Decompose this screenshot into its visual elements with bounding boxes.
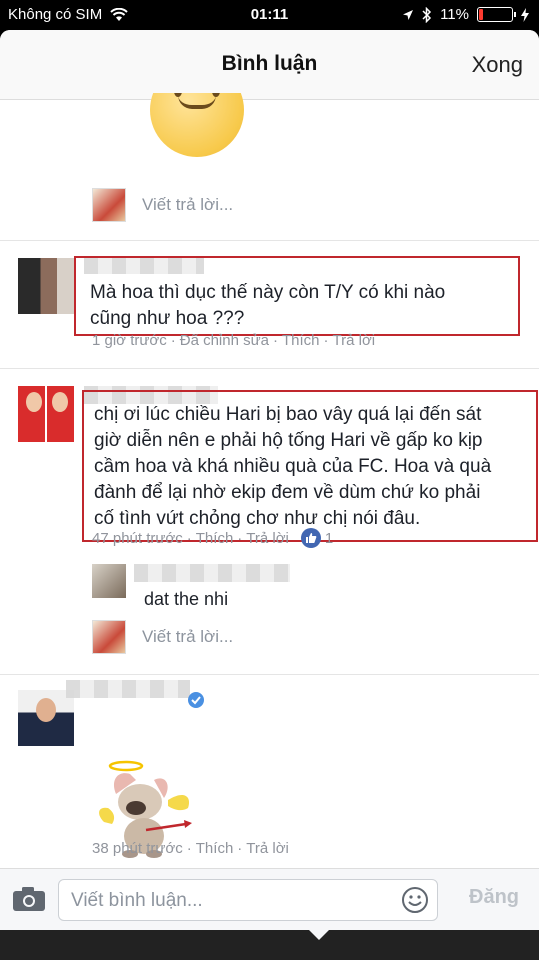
reply-placeholder[interactable]: Viết trả lời...: [142, 627, 233, 647]
avatar: [92, 620, 126, 654]
reply-link[interactable]: Trả lời: [333, 332, 376, 349]
comment-meta: 1 giờ trước · Đã chỉnh sửa · Thích · Trả lờ…: [92, 332, 376, 349]
like-thumb-icon: [300, 528, 321, 548]
comment-time[interactable]: 47 phút trước: [92, 530, 183, 547]
comment-composer: Viết bình luận... Đăng: [0, 868, 539, 930]
commenter-name[interactable]: [66, 680, 190, 698]
charging-bolt-icon: [521, 7, 529, 22]
bluetooth-icon: [422, 6, 432, 23]
location-arrow-icon: [403, 9, 414, 20]
reply-composer[interactable]: Viết trả lời...: [92, 188, 233, 222]
reply-composer[interactable]: Viết trả lời...: [92, 620, 233, 654]
avatar[interactable]: [18, 386, 74, 442]
like-link[interactable]: Thích: [196, 840, 234, 857]
avatar[interactable]: [18, 690, 74, 746]
nav-bar: Bình luận Xong: [0, 30, 539, 100]
camera-icon[interactable]: [12, 886, 46, 912]
battery-percent: 11%: [440, 6, 469, 23]
comments-sheet: Bình luận Xong Viết trả lời... Mà hoa th…: [0, 30, 539, 960]
post-button[interactable]: Đăng: [469, 886, 519, 909]
avatar: [92, 188, 126, 222]
like-count[interactable]: 1: [325, 530, 333, 547]
edited-label[interactable]: Đã chỉnh sửa: [180, 332, 269, 349]
like-link[interactable]: Thích: [282, 332, 320, 349]
divider: [0, 368, 539, 369]
verified-badge-icon: [188, 692, 204, 708]
comment-text: chị ơi lúc chiều Hari bị bao vây quá lại…: [94, 404, 492, 529]
comment-placeholder: Viết bình luận...: [71, 890, 203, 911]
avatar[interactable]: [18, 258, 74, 314]
comment-time[interactable]: 1 giờ trước: [92, 332, 167, 349]
commenter-name[interactable]: [134, 564, 290, 582]
done-button[interactable]: Xong: [472, 52, 523, 78]
status-bar: Không có SIM 01:11 11%: [0, 0, 539, 30]
battery-icon: [477, 7, 516, 22]
like-link[interactable]: Thích: [196, 530, 234, 547]
emoji-icon[interactable]: [401, 886, 429, 914]
avatar[interactable]: [92, 564, 126, 598]
comment-text: Mà hoa thì dục thế này còn T/Y có khi nà…: [90, 282, 446, 329]
comment-meta: 38 phút trước · Thích · Trả lời: [92, 840, 289, 857]
comment-time[interactable]: 38 phút trước: [92, 840, 183, 857]
reply-text: dat the nhi: [144, 589, 229, 609]
reply-link[interactable]: Trả lời: [246, 840, 289, 857]
reply-placeholder[interactable]: Viết trả lời...: [142, 195, 233, 215]
comment-meta: 47 phút trước · Thích · Trả lời 1: [92, 528, 334, 548]
comment-input[interactable]: Viết bình luận...: [58, 879, 438, 921]
page-title: Bình luận: [221, 52, 318, 75]
keyboard-edge: [0, 930, 539, 960]
smiley-sticker: [150, 93, 244, 163]
divider: [0, 240, 539, 241]
reply-link[interactable]: Trả lời: [246, 530, 289, 547]
divider: [0, 674, 539, 675]
